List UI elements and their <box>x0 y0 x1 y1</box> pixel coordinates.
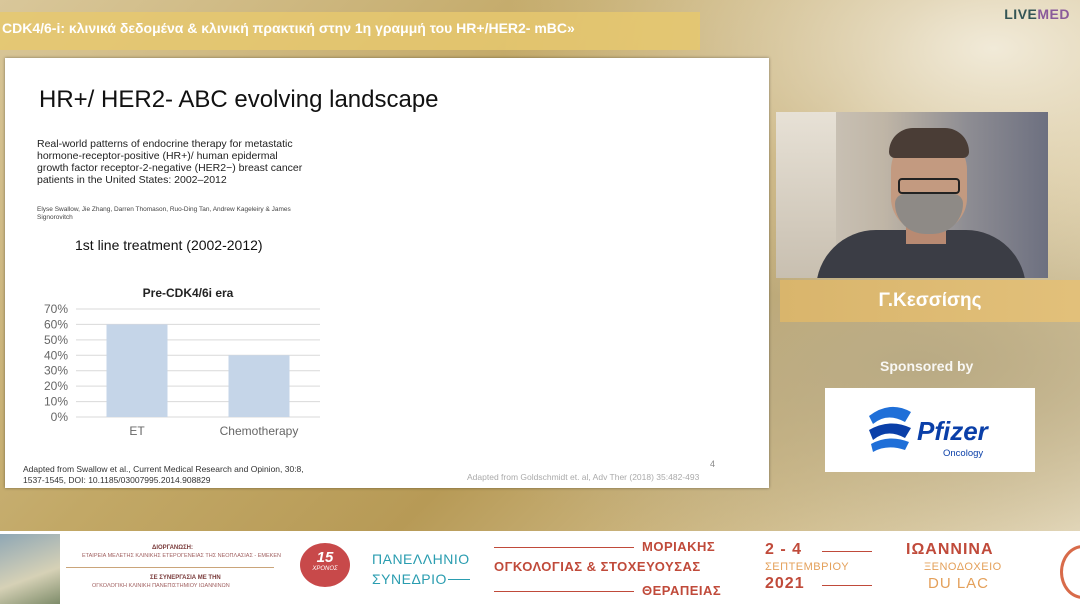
slide-title: HR+/ HER2- ABC evolving landscape <box>39 86 439 113</box>
y-tick-label: 60% <box>44 317 68 331</box>
conference-footer: ΔΙΟΡΓΑΝΩΣΗ: ΕΤΑΙΡΕΙΑ ΜΕΛΕΤΗΣ ΚΛΙΝΙΚΗΣ ΕΤ… <box>0 531 1080 608</box>
seal-number: 15 <box>316 549 334 566</box>
topic-line-1: ΜΟΡΙΑΚΗΣ <box>642 539 716 554</box>
speaker-name-bar: Γ.Κεσσίσης <box>780 280 1080 322</box>
bar <box>106 324 168 417</box>
topic-line-3: ΘΕΡΑΠΕΙΑΣ <box>642 583 722 598</box>
date-year: 2021 <box>765 575 805 592</box>
livemed-logo: LIVEMED <box>1004 6 1070 22</box>
footer-rule <box>494 591 634 592</box>
speaker-hair <box>889 128 969 158</box>
conference-line-2: ΣΥΝΕΔΡΙΟ <box>372 571 447 587</box>
paper-authors: Elyse Swallow, Jie Zhang, Darren Thomaso… <box>37 206 291 221</box>
y-tick-label: 20% <box>44 379 68 393</box>
pfizer-wordmark: Pfizer <box>917 416 988 446</box>
y-tick-label: 50% <box>44 333 68 347</box>
brand-part-a: LIVE <box>1004 6 1038 22</box>
coop-label: ΣΕ ΣΥΝΕΡΓΑΣΙΑ ΜΕ ΤΗΝ <box>150 575 221 581</box>
sponsor-label: Sponsored by <box>880 358 974 374</box>
chart-title: Pre-CDK4/6i era <box>143 286 234 300</box>
footer-rule <box>822 551 872 552</box>
venue-hotel-1: ΞΕΝΟΔΟΧΕΙΟ <box>924 561 1002 573</box>
x-tick-label: ET <box>129 424 145 438</box>
city-thumbnail <box>0 534 60 604</box>
y-tick-label: 0% <box>51 410 69 424</box>
y-tick-label: 70% <box>44 302 68 316</box>
seal-text: ΧΡΟΝΟΣ <box>312 566 338 572</box>
speaker-name: Γ.Κεσσίσης <box>878 290 982 311</box>
footnote-right: Adapted from Goldschmidt et. al, Adv The… <box>467 472 700 482</box>
topic-line-2: ΟΓΚΟΛΟΓΙΑΣ & ΣΤΟΧΕΥΟΥΣΑΣ <box>494 559 701 574</box>
speaker-video <box>776 112 1048 278</box>
paper-title: Real-world patterns of endocrine therapy… <box>37 138 303 186</box>
venue-city: ΙΩΑΝΝΙΝΑ <box>906 541 994 558</box>
org-label: ΔΙΟΡΓΑΝΩΣΗ: <box>152 545 194 551</box>
footer-rule <box>66 567 274 568</box>
pfizer-helix-icon <box>869 406 911 452</box>
line-treatment-label: 1st line treatment (2002-2012) <box>75 237 263 253</box>
conference-line-1: ΠΑΝΕΛΛΗΝΙΟ <box>372 551 470 567</box>
speaker-glasses <box>898 178 960 194</box>
pfizer-subtitle: Oncology <box>943 448 984 459</box>
y-tick-label: 40% <box>44 348 68 362</box>
date-month: ΣΕΠΤΕΜΒΡΙΟΥ <box>765 561 850 573</box>
y-tick-label: 10% <box>44 395 68 409</box>
decorative-ring <box>1060 545 1080 599</box>
presentation-slide: HR+/ HER2- ABC evolving landscape Real-w… <box>5 58 769 488</box>
slide-page-number: 4 <box>710 459 716 469</box>
anniversary-seal: 15 ΧΡΟΝΟΣ <box>300 543 350 587</box>
coop-name: ΟΓΚΟΛΟΓΙΚΗ ΚΛΙΝΙΚΗ ΠΑΝΕΠΙΣΤΗΜΙΟΥ ΙΩΑΝΝΙΝ… <box>92 583 230 589</box>
footer-rule <box>494 547 634 548</box>
session-title: CDK4/6-i: κλινικά δεδομένα & κλινική πρα… <box>2 20 575 36</box>
brand-part-b: MED <box>1037 6 1070 22</box>
org-name: ΕΤΑΙΡΕΙΑ ΜΕΛΕΤΗΣ ΚΛΙΝΙΚΗΣ ΕΤΕΡΟΓΕΝΕΙΑΣ Τ… <box>82 553 281 559</box>
venue-hotel-2: DU LAC <box>928 575 990 592</box>
footer-rule <box>822 585 872 586</box>
footer-rule <box>448 579 470 580</box>
y-tick-label: 30% <box>44 364 68 378</box>
bar-chart: Pre-CDK4/6i era 0%10% 20%30% 40%50% 60%70% ET… <box>44 286 320 438</box>
bar <box>228 355 290 417</box>
footnote-left: Adapted from Swallow et al., Current Med… <box>23 464 304 485</box>
x-tick-label: Chemotherapy <box>220 424 299 438</box>
pfizer-logo: Pfizer Oncology <box>825 388 1035 472</box>
date-days: 2 - 4 <box>765 541 803 558</box>
